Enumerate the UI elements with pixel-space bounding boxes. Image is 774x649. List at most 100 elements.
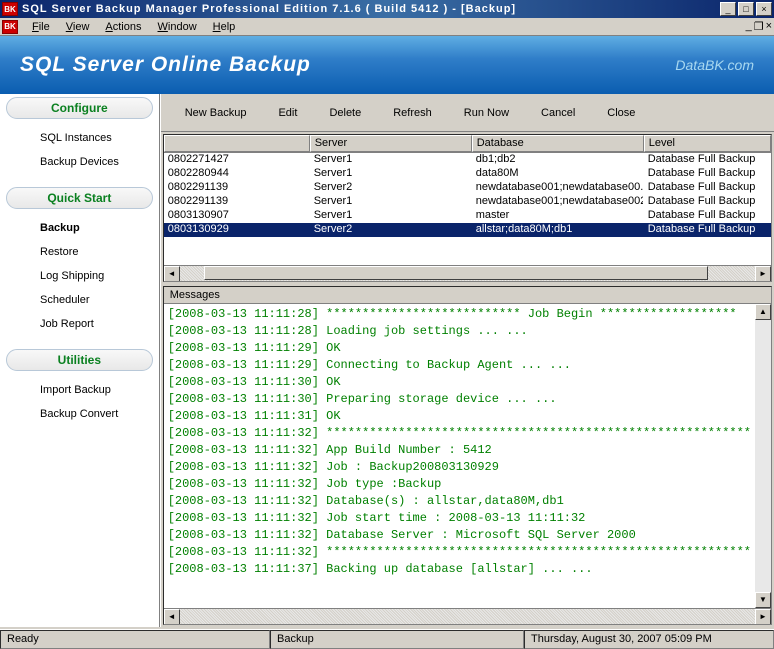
menu-window[interactable]: Window [150, 20, 205, 34]
sidebar-item-sql-instances[interactable]: SQL Instances [0, 126, 159, 150]
scroll-right-icon[interactable]: ► [755, 266, 771, 282]
refresh-button[interactable]: Refresh [379, 103, 446, 123]
th-level[interactable]: Level [644, 135, 771, 152]
mdi-minimize-button[interactable]: _ [746, 20, 752, 33]
banner-title: SQL Server Online Backup [20, 53, 311, 77]
sidebar-section-utilities: Utilities Import Backup Backup Convert [0, 346, 159, 436]
minimize-button[interactable]: _ [720, 2, 736, 16]
toolbar: New Backup Edit Delete Refresh Run Now C… [161, 94, 774, 132]
table-row[interactable]: 0802280944Server1data80MDatabase Full Ba… [164, 167, 771, 181]
scroll-down-icon[interactable]: ▼ [755, 592, 771, 608]
table-row[interactable]: 0803130907Server1masterDatabase Full Bac… [164, 209, 771, 223]
table-cell: Database Full Backup [644, 167, 771, 181]
sidebar-item-backup-devices[interactable]: Backup Devices [0, 150, 159, 174]
log-line: [2008-03-13 11:11:32] Job start time : 2… [168, 510, 751, 527]
table-cell: Server1 [310, 167, 472, 181]
table-row[interactable]: 0802291139Server2newdatabase001;newdatab… [164, 181, 771, 195]
menu-help[interactable]: Help [205, 20, 244, 34]
mdi-close-button[interactable]: × [766, 20, 772, 33]
sidebar-section-configure: Configure SQL Instances Backup Devices [0, 94, 159, 184]
mdi-window-buttons: _ ❐ × [746, 20, 772, 33]
sidebar-item-scheduler[interactable]: Scheduler [0, 288, 159, 312]
cancel-button[interactable]: Cancel [527, 103, 589, 123]
table-cell: 0802271427 [164, 153, 310, 167]
delete-button[interactable]: Delete [315, 103, 375, 123]
th-server[interactable]: Server [310, 135, 472, 152]
mdi-restore-button[interactable]: ❐ [754, 20, 764, 33]
run-now-button[interactable]: Run Now [450, 103, 523, 123]
sidebar-item-import-backup[interactable]: Import Backup [0, 378, 159, 402]
sidebar: Configure SQL Instances Backup Devices Q… [0, 94, 160, 627]
log-line: [2008-03-13 11:11:32] ******************… [168, 425, 751, 442]
mdi-icon: BK [2, 20, 18, 34]
messages-hscroll[interactable]: ◄ ► [164, 608, 771, 624]
titlebar: BK SQL Server Backup Manager Professiona… [0, 0, 774, 18]
status-ready: Ready [0, 630, 270, 649]
log-line: [2008-03-13 11:11:28] Loading job settin… [168, 323, 751, 340]
log-line: [2008-03-13 11:11:37] Backing up databas… [168, 561, 751, 578]
main-area: Configure SQL Instances Backup Devices Q… [0, 94, 774, 627]
sidebar-item-log-shipping[interactable]: Log Shipping [0, 264, 159, 288]
table-cell: Server1 [310, 209, 472, 223]
window-title: SQL Server Backup Manager Professional E… [22, 3, 720, 15]
sidebar-item-backup-convert[interactable]: Backup Convert [0, 402, 159, 426]
msg-scroll-right-icon[interactable]: ► [755, 609, 771, 625]
table-cell: newdatabase001;newdatabase00... [472, 181, 644, 195]
backup-table: Server Database Level 0802271427Server1d… [163, 134, 772, 282]
window-buttons: _ □ × [720, 2, 772, 16]
app-icon: BK [2, 2, 18, 16]
table-cell: 0802291139 [164, 195, 310, 209]
sidebar-header-configure[interactable]: Configure [6, 97, 153, 119]
table-cell: Server1 [310, 153, 472, 167]
th-id[interactable] [164, 135, 310, 152]
table-cell: Database Full Backup [644, 223, 771, 237]
log-line: [2008-03-13 11:11:31] OK [168, 408, 751, 425]
scroll-track[interactable] [180, 266, 755, 281]
sidebar-item-job-report[interactable]: Job Report [0, 312, 159, 336]
messages-body: [2008-03-13 11:11:28] ******************… [164, 304, 755, 608]
edit-button[interactable]: Edit [264, 103, 311, 123]
table-cell: 0803130929 [164, 223, 310, 237]
sidebar-header-quickstart[interactable]: Quick Start [6, 187, 153, 209]
close-button[interactable]: × [756, 2, 772, 16]
table-cell: newdatabase001;newdatabase002 [472, 195, 644, 209]
messages-header: Messages [164, 287, 771, 304]
table-cell: Server2 [310, 181, 472, 195]
table-cell: Server2 [310, 223, 472, 237]
log-line: [2008-03-13 11:11:28] ******************… [168, 306, 751, 323]
table-cell: 0802291139 [164, 181, 310, 195]
table-cell: data80M [472, 167, 644, 181]
table-row[interactable]: 0802271427Server1db1;db2Database Full Ba… [164, 153, 771, 167]
maximize-button[interactable]: □ [738, 2, 754, 16]
sidebar-item-backup[interactable]: Backup [0, 216, 159, 240]
messages-vscroll[interactable]: ▲ ▼ [755, 304, 771, 608]
sidebar-item-restore[interactable]: Restore [0, 240, 159, 264]
status-mode: Backup [270, 630, 524, 649]
menu-file[interactable]: File [24, 20, 58, 34]
scroll-up-icon[interactable]: ▲ [755, 304, 771, 320]
log-line: [2008-03-13 11:11:32] Database Server : … [168, 527, 751, 544]
log-line: [2008-03-13 11:11:29] Connecting to Back… [168, 357, 751, 374]
table-row[interactable]: 0802291139Server1newdatabase001;newdatab… [164, 195, 771, 209]
menu-view[interactable]: View [58, 20, 98, 34]
statusbar: Ready Backup Thursday, August 30, 2007 0… [0, 629, 774, 649]
sidebar-header-utilities[interactable]: Utilities [6, 349, 153, 371]
th-database[interactable]: Database [472, 135, 644, 152]
horizontal-scrollbar[interactable]: ◄ ► [164, 265, 771, 281]
vscroll-track[interactable] [755, 320, 771, 592]
table-row[interactable]: 0803130929Server2allstar;data80M;db1Data… [164, 223, 771, 237]
msg-scroll-left-icon[interactable]: ◄ [164, 609, 180, 625]
msg-scroll-track[interactable] [180, 609, 755, 624]
table-cell: 0803130907 [164, 209, 310, 223]
scroll-thumb[interactable] [204, 266, 708, 280]
banner-brand: DataBK.com [675, 57, 754, 73]
menu-actions[interactable]: Actions [97, 20, 149, 34]
new-backup-button[interactable]: New Backup [171, 103, 261, 123]
log-line: [2008-03-13 11:11:32] Job type :Backup [168, 476, 751, 493]
log-line: [2008-03-13 11:11:32] Job : Backup200803… [168, 459, 751, 476]
table-cell: 0802280944 [164, 167, 310, 181]
log-line: [2008-03-13 11:11:32] Database(s) : alls… [168, 493, 751, 510]
scroll-left-icon[interactable]: ◄ [164, 266, 180, 282]
close-button-toolbar[interactable]: Close [593, 103, 649, 123]
table-cell: Database Full Backup [644, 181, 771, 195]
